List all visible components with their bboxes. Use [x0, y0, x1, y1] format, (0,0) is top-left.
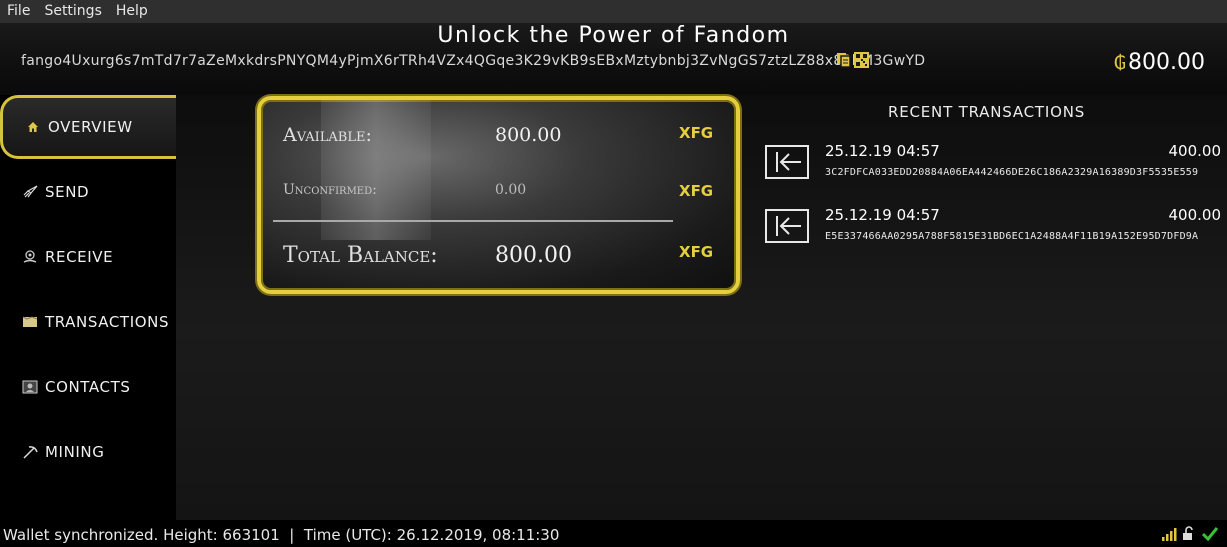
- menu-bar: File Settings Help: [0, 0, 1227, 23]
- transaction-date: 25.12.19 04:57: [825, 206, 940, 224]
- sidebar-item-transactions[interactable]: TRANSACTIONS: [0, 290, 176, 354]
- unconfirmed-label: Unconfirmed:: [283, 182, 377, 198]
- home-icon: [25, 120, 41, 134]
- signal-strength-icon: [1161, 527, 1177, 545]
- copy-icon[interactable]: [836, 52, 851, 68]
- pickaxe-icon: [22, 445, 38, 459]
- sidebar-item-label: RECEIVE: [45, 248, 114, 266]
- total-balance-label: Total Balance:: [283, 243, 438, 268]
- currency-symbol: ₲: [1113, 52, 1127, 74]
- header: Unlock the Power of Fandom fango4Uxurg6s…: [0, 23, 1227, 95]
- balance-divider: [273, 220, 673, 222]
- header-balance-value: 800.00: [1128, 50, 1205, 75]
- transaction-date: 25.12.19 04:57: [825, 142, 940, 160]
- total-balance-currency: XFG: [679, 243, 714, 261]
- balance-card: Available: 800.00 XFG Unconfirmed: 0.00 …: [257, 96, 740, 294]
- sidebar-item-label: MINING: [45, 443, 105, 461]
- transaction-row[interactable]: 25.12.19 04:57 400.00 3C2FDFCA033EDD2088…: [765, 142, 1221, 194]
- sidebar-item-receive[interactable]: RECEIVE: [0, 225, 176, 289]
- incoming-arrow-icon: [765, 145, 809, 179]
- overview-panel: Available: 800.00 XFG Unconfirmed: 0.00 …: [176, 95, 1227, 520]
- rocket-icon: [22, 185, 38, 199]
- recent-transactions-title: RECENT TRANSACTIONS: [888, 103, 1086, 121]
- transaction-amount: 400.00: [1168, 142, 1222, 160]
- transaction-hash: E5E337466AA0295A788F5815E31BD6EC1A2488A4…: [825, 231, 1199, 242]
- contacts-icon: [22, 380, 38, 394]
- incoming-arrow-icon: [765, 209, 809, 243]
- unconfirmed-value: 0.00: [495, 182, 527, 198]
- sidebar-item-label: TRANSACTIONS: [45, 313, 170, 331]
- qr-code-icon[interactable]: [854, 52, 869, 68]
- sidebar-item-contacts[interactable]: CONTACTS: [0, 355, 176, 419]
- sidebar-item-mining[interactable]: MINING: [0, 420, 176, 484]
- address-actions: [836, 52, 869, 68]
- sync-status-text: Wallet synchronized. Height: 663101 | Ti…: [3, 526, 560, 544]
- transaction-hash: 3C2FDFCA033EDD20884A06EA442466DE26C186A2…: [825, 167, 1199, 178]
- sidebar: OVERVIEW SEND RECEIVE TRANSACTIONS CONTA…: [0, 95, 176, 520]
- menu-help[interactable]: Help: [109, 0, 155, 23]
- map-icon: [22, 315, 38, 329]
- sidebar-item-label: SEND: [45, 183, 90, 201]
- sidebar-item-send[interactable]: SEND: [0, 160, 176, 224]
- wallet-address: fango4Uxurg6s7mTd7r7aZeMxkdrsPNYQM4yPjmX…: [21, 53, 926, 69]
- available-value: 800.00: [495, 124, 562, 146]
- status-icons: [1161, 526, 1219, 545]
- synced-check-icon: [1201, 526, 1219, 545]
- app-title: Unlock the Power of Fandom: [437, 23, 790, 48]
- lock-icon[interactable]: [1182, 526, 1196, 545]
- transaction-amount: 400.00: [1168, 206, 1222, 224]
- header-balance: ₲800.00: [1114, 50, 1205, 75]
- unconfirmed-currency: XFG: [679, 182, 714, 200]
- card-background-glare: [321, 100, 431, 240]
- menu-settings[interactable]: Settings: [37, 0, 108, 23]
- transaction-row[interactable]: 25.12.19 04:57 400.00 E5E337466AA0295A78…: [765, 206, 1221, 258]
- total-balance-value: 800.00: [495, 243, 572, 268]
- available-label: Available:: [283, 124, 372, 146]
- menu-file[interactable]: File: [0, 0, 37, 23]
- sidebar-item-label: OVERVIEW: [48, 118, 133, 136]
- receive-icon: [22, 250, 38, 264]
- available-currency: XFG: [679, 124, 714, 142]
- status-bar: Wallet synchronized. Height: 663101 | Ti…: [0, 520, 1227, 547]
- sidebar-item-label: CONTACTS: [45, 378, 131, 396]
- sidebar-item-overview[interactable]: OVERVIEW: [0, 95, 176, 159]
